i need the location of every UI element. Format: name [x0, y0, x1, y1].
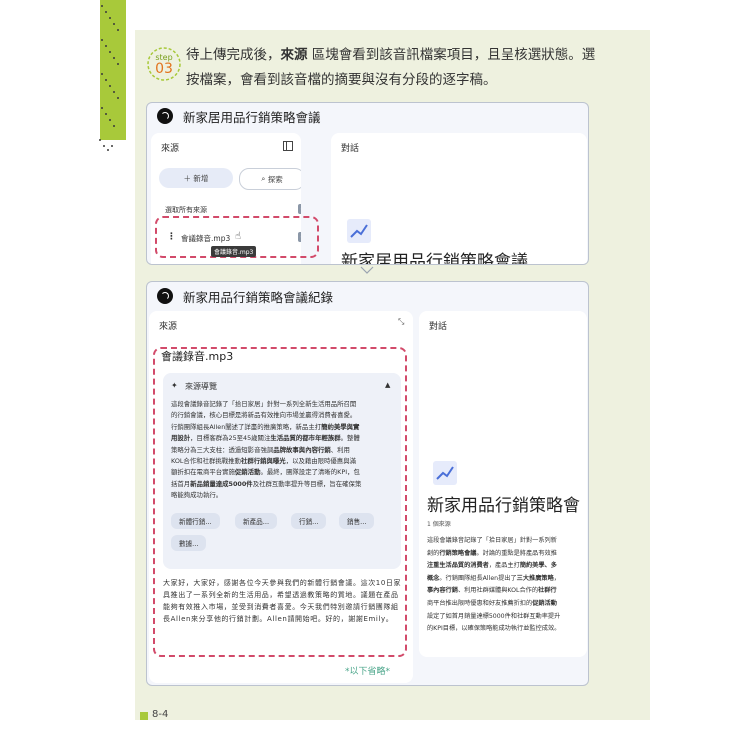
- bold-phrase: 事內容行銷: [427, 587, 458, 595]
- discover-sources-button[interactable]: ⌕ 探索: [239, 168, 301, 190]
- text-run: 。討論的重點是將產品有效推: [476, 549, 557, 557]
- page-number: 8-4: [152, 709, 169, 720]
- notebook-title-bar: 新家居用品行銷策略會議: [147, 103, 588, 129]
- sources-header: 來源: [161, 144, 180, 154]
- source-count: 1 個來源: [427, 521, 451, 528]
- bold-phrase: 社群行: [538, 587, 557, 595]
- text-run: 、利用社群媒體與KOL合作的: [457, 587, 539, 595]
- instruction-part-1: 待上傳完成後，: [186, 47, 281, 63]
- text-run: 創的: [427, 549, 440, 557]
- expand-arrows-icon[interactable]: ⤡: [398, 317, 404, 327]
- text-run: 的KPI目標，以確保策略能成功執行並監控成效。: [427, 625, 561, 633]
- chat-summary-line: 創的行銷策略會議。討論的重點是將產品有效推: [427, 548, 560, 561]
- bold-phrase: 簡約美學、多: [519, 562, 557, 570]
- sources-header-2: 來源: [159, 322, 178, 332]
- chat-summary-line: 這段會議錄音記錄了「拾日家居」針對一系列新: [427, 535, 560, 548]
- notebook-logo-icon: [157, 288, 173, 304]
- bold-phrase: 促銷活動: [532, 599, 557, 607]
- screenshot-card-1: 新家居用品行銷策略會議 來源 ＋ 新增 ⌕ 探索 選取所有來源 ✓ ⋮ 會議錄音…: [146, 102, 589, 265]
- chat-summary-line: 事內容行銷、利用社群媒體與KOL合作的社群行: [427, 585, 560, 598]
- step-instruction: 待上傳完成後，來源 區塊會看到該音訊檔案項目，且呈核選狀態。選按檔案，會看到該音…: [186, 43, 606, 93]
- text-run: 這段會議錄音記錄了「拾日家居」針對一系列新: [427, 537, 557, 544]
- select-all-label: 選取所有來源: [165, 206, 207, 214]
- bold-phrase: 三大推廣策略: [516, 574, 554, 582]
- file-tooltip: 會議錄音.mp3: [211, 246, 257, 257]
- notebook-title-2: 新家用品行銷策略會議紀錄: [183, 289, 334, 305]
- instruction-keyword: 來源: [280, 47, 308, 63]
- notebook-title-bar-2: 新家用品行銷策略會議紀錄: [147, 282, 588, 309]
- notebook-heading-2: 新家用品行銷策略會: [427, 496, 580, 516]
- notebook-title: 新家居用品行銷策略會議: [183, 109, 321, 125]
- notebook-heading: 新家居用品行銷策略會議: [341, 252, 528, 265]
- omitted-note: *以下省略*: [344, 667, 390, 677]
- chat-pane: 對話 新家居用品行銷策略會議: [331, 133, 587, 265]
- bold-phrase: 概念: [427, 574, 440, 582]
- chat-summary-text: 這段會議錄音記錄了「拾日家居」針對一系列新 創的行銷策略會議。討論的重點是將產品有…: [427, 535, 560, 636]
- chat-summary-line: 注重生活品質的消費者，產品主打簡約美學、多: [427, 560, 560, 573]
- search-sparkle-icon: ⌕: [261, 174, 268, 183]
- text-run: ，: [553, 574, 560, 582]
- add-source-button[interactable]: ＋ 新增: [159, 168, 233, 188]
- chat-summary-line: 商平台推出限時優惠和好友推薦折扣的促銷活動: [427, 598, 560, 611]
- discover-label: 探索: [267, 174, 283, 184]
- text-run: 商平台推出限時優惠和好友推薦折扣的: [427, 599, 533, 607]
- notebook-logo-icon: [157, 108, 173, 124]
- panel-toggle-icon[interactable]: [283, 141, 293, 151]
- chat-summary-line: 概念。行銷團隊組長Allen提出了三大推廣策略，: [427, 573, 560, 586]
- chart-icon: [347, 219, 371, 243]
- chat-header-2: 對話: [429, 322, 448, 332]
- page-number-marker: [140, 712, 148, 720]
- chart-icon: [433, 461, 457, 485]
- text-run: 。行銷團隊組長Allen提出了: [439, 574, 517, 582]
- bold-phrase: 行銷策略會議: [439, 549, 477, 557]
- chat-header: 對話: [341, 144, 360, 154]
- chat-summary-line: 的KPI目標，以確保策略能成功執行並監控成效。: [427, 623, 560, 636]
- screenshot-card-2: 新家用品行銷策略會議紀錄 來源 ⤡ 會議錄音.mp3 ✦ 來源導覽 ▲ 這段會議…: [146, 281, 589, 686]
- chat-pane-2: 對話 新家用品行銷策略會 1 個來源 這段會議錄音記錄了「拾日家居」針對一系列新…: [419, 311, 587, 657]
- highlight-source-detail: [153, 347, 407, 657]
- dotted-decoration: [99, 5, 119, 151]
- step-number: 03: [155, 61, 173, 77]
- chevron-down-icon: [360, 266, 374, 274]
- bold-phrase: 注重生活品質的消費者: [427, 562, 489, 570]
- chat-summary-line: 設定了如首月銷量達標5000件和社群互動率提升: [427, 611, 560, 624]
- select-all-checkbox[interactable]: ✓: [298, 204, 301, 214]
- step-badge: step 03: [146, 46, 182, 82]
- text-run: ，產品主打: [488, 562, 520, 570]
- text-run: 設定了如首月銷量達標5000件和社群互動率提升: [427, 612, 561, 620]
